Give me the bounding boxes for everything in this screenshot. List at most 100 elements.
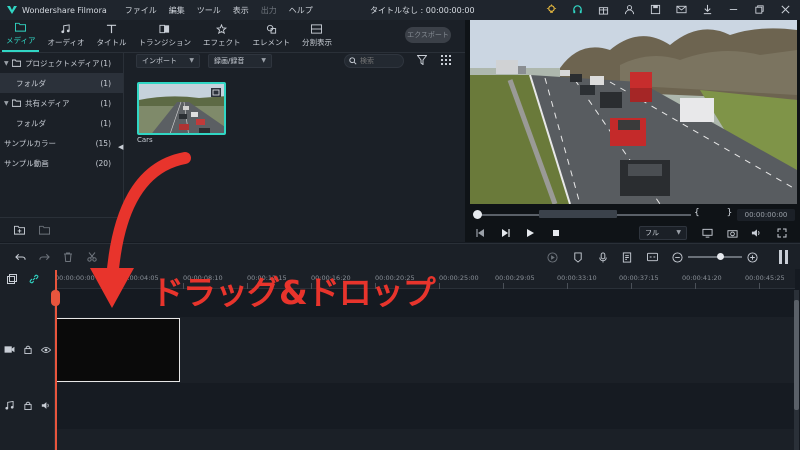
filter-icon[interactable] bbox=[417, 55, 427, 65]
scissors-icon[interactable] bbox=[86, 251, 98, 263]
microphone-icon[interactable] bbox=[597, 251, 609, 263]
collapse-panel-icon[interactable]: ◀ bbox=[118, 143, 123, 151]
preview-video[interactable] bbox=[470, 20, 797, 204]
play-frame-icon[interactable] bbox=[499, 226, 513, 240]
eye-icon[interactable] bbox=[41, 346, 51, 354]
new-folder-icon[interactable] bbox=[14, 225, 25, 235]
minimize-icon[interactable] bbox=[726, 2, 740, 16]
lightbulb-icon[interactable] bbox=[544, 2, 558, 16]
zoom-out-icon[interactable] bbox=[671, 251, 683, 263]
gift-icon[interactable] bbox=[596, 2, 610, 16]
menu-edit[interactable]: 編集 bbox=[169, 5, 185, 16]
in-out-range[interactable] bbox=[539, 210, 617, 218]
mail-icon[interactable] bbox=[674, 2, 688, 16]
media-item-cars[interactable] bbox=[137, 82, 226, 135]
media-item-name: Cars bbox=[137, 136, 153, 144]
audio-track-icon bbox=[5, 401, 14, 410]
media-folder-tree: ▼ プロジェクトメディア (1) フォルダ (1) ▼ 共有メディア (1) フ… bbox=[0, 53, 124, 218]
user-icon[interactable] bbox=[622, 2, 636, 16]
monitor-icon[interactable] bbox=[700, 226, 714, 240]
tree-item-shared-media[interactable]: ▼ 共有メディア (1) bbox=[0, 93, 123, 113]
tab-transitions[interactable]: トランジション bbox=[134, 22, 195, 52]
lock-icon[interactable] bbox=[24, 345, 32, 354]
tree-item-project-folder[interactable]: フォルダ (1) bbox=[0, 73, 123, 93]
add-track-icon[interactable] bbox=[7, 274, 17, 284]
chevron-down-icon: ▼ bbox=[676, 229, 681, 236]
tree-item-count: (20) bbox=[95, 158, 111, 168]
track-controls bbox=[4, 401, 51, 410]
tree-item-count: (15) bbox=[95, 138, 111, 148]
tree-item-count: (1) bbox=[100, 98, 111, 108]
subtitle-icon[interactable] bbox=[646, 251, 658, 263]
speaker-icon[interactable] bbox=[41, 401, 51, 410]
close-icon[interactable] bbox=[778, 2, 792, 16]
ruler-label: 00:00:33:10 bbox=[557, 274, 597, 282]
grid-view-icon[interactable] bbox=[441, 55, 451, 65]
restore-icon[interactable] bbox=[752, 2, 766, 16]
music-note-icon bbox=[61, 24, 71, 34]
tab-elements[interactable]: エレメント bbox=[248, 22, 294, 52]
menu-help[interactable]: ヘルプ bbox=[289, 5, 313, 16]
ruler-label: 00:00:29:05 bbox=[495, 274, 535, 282]
record-label: 録画/録音 bbox=[214, 57, 245, 65]
preview-quality-dropdown[interactable]: フル ▼ bbox=[639, 226, 687, 240]
tree-item-sample-colors[interactable]: サンプルカラー (15) bbox=[0, 133, 123, 153]
render-preview-icon[interactable] bbox=[546, 251, 558, 263]
tab-split-screen[interactable]: 分割表示 bbox=[298, 22, 336, 52]
split-screen-icon bbox=[311, 24, 323, 34]
marker-icon[interactable] bbox=[572, 251, 584, 263]
media-search[interactable] bbox=[344, 54, 404, 68]
playhead-handle[interactable] bbox=[51, 290, 60, 306]
tree-item-label: サンプル動画 bbox=[4, 158, 49, 168]
zoom-slider-handle[interactable] bbox=[717, 253, 724, 260]
tree-item-sample-videos[interactable]: サンプル動画 (20) bbox=[0, 153, 123, 173]
drag-drop-annotation-text: ドラッグ&ドロップ bbox=[151, 273, 436, 312]
import-dropdown[interactable]: インポート ▼ bbox=[136, 54, 200, 68]
menu-file[interactable]: ファイル bbox=[125, 5, 157, 16]
timeline-settings-handle[interactable] bbox=[779, 250, 788, 264]
delete-icon[interactable] bbox=[62, 251, 74, 263]
menu-view[interactable]: 表示 bbox=[233, 5, 249, 16]
zoom-in-icon[interactable] bbox=[746, 251, 758, 263]
search-input[interactable] bbox=[360, 57, 400, 65]
folder-outline-icon[interactable] bbox=[39, 225, 50, 235]
tab-titles[interactable]: タイトル bbox=[92, 22, 130, 52]
menu-tools[interactable]: ツール bbox=[197, 5, 221, 16]
dropped-clip-placeholder[interactable] bbox=[55, 318, 180, 382]
play-icon[interactable] bbox=[523, 226, 537, 240]
voiceover-icon[interactable] bbox=[621, 251, 633, 263]
audio-track-1[interactable] bbox=[55, 383, 795, 429]
tree-item-shared-folder[interactable]: フォルダ (1) bbox=[0, 113, 123, 133]
tree-item-label: プロジェクトメディア bbox=[25, 58, 100, 68]
timeline-scrollbar-thumb[interactable] bbox=[794, 300, 799, 410]
stop-icon[interactable] bbox=[549, 226, 563, 240]
fullscreen-icon[interactable] bbox=[775, 226, 789, 240]
tree-item-label: 共有メディア bbox=[25, 98, 70, 108]
snapshot-camera-icon[interactable] bbox=[725, 226, 739, 240]
cars-thumbnail-image bbox=[139, 84, 224, 133]
save-icon[interactable] bbox=[648, 2, 662, 16]
scrub-handle[interactable] bbox=[473, 210, 482, 219]
tab-split-screen-label: 分割表示 bbox=[301, 38, 332, 47]
tab-media[interactable]: メディア bbox=[2, 22, 40, 52]
chevron-down-icon: ▼ bbox=[261, 57, 266, 64]
step-back-icon[interactable] bbox=[473, 226, 487, 240]
undo-icon[interactable] bbox=[14, 251, 26, 263]
tab-audio[interactable]: オーディオ bbox=[43, 22, 88, 52]
caret-down-icon[interactable]: ▼ bbox=[4, 60, 12, 67]
export-button[interactable]: エクスポート bbox=[405, 27, 451, 43]
tree-item-label: サンプルカラー bbox=[4, 138, 57, 148]
headset-icon[interactable] bbox=[570, 2, 584, 16]
volume-icon[interactable] bbox=[749, 226, 763, 240]
tree-item-project-media[interactable]: ▼ プロジェクトメディア (1) bbox=[0, 53, 123, 73]
tab-effects[interactable]: エフェクト bbox=[199, 22, 245, 52]
record-dropdown[interactable]: 録画/録音 ▼ bbox=[208, 54, 272, 68]
redo-icon[interactable] bbox=[38, 251, 50, 263]
lock-icon[interactable] bbox=[24, 401, 32, 410]
caret-down-icon[interactable]: ▼ bbox=[4, 100, 12, 107]
ruler-label: 00:00:45:25 bbox=[745, 274, 785, 282]
link-icon[interactable] bbox=[29, 274, 39, 284]
zoom-slider-track[interactable] bbox=[688, 256, 742, 258]
preview-timecode: 00:00:00:00 bbox=[737, 209, 795, 221]
download-icon[interactable] bbox=[700, 2, 714, 16]
